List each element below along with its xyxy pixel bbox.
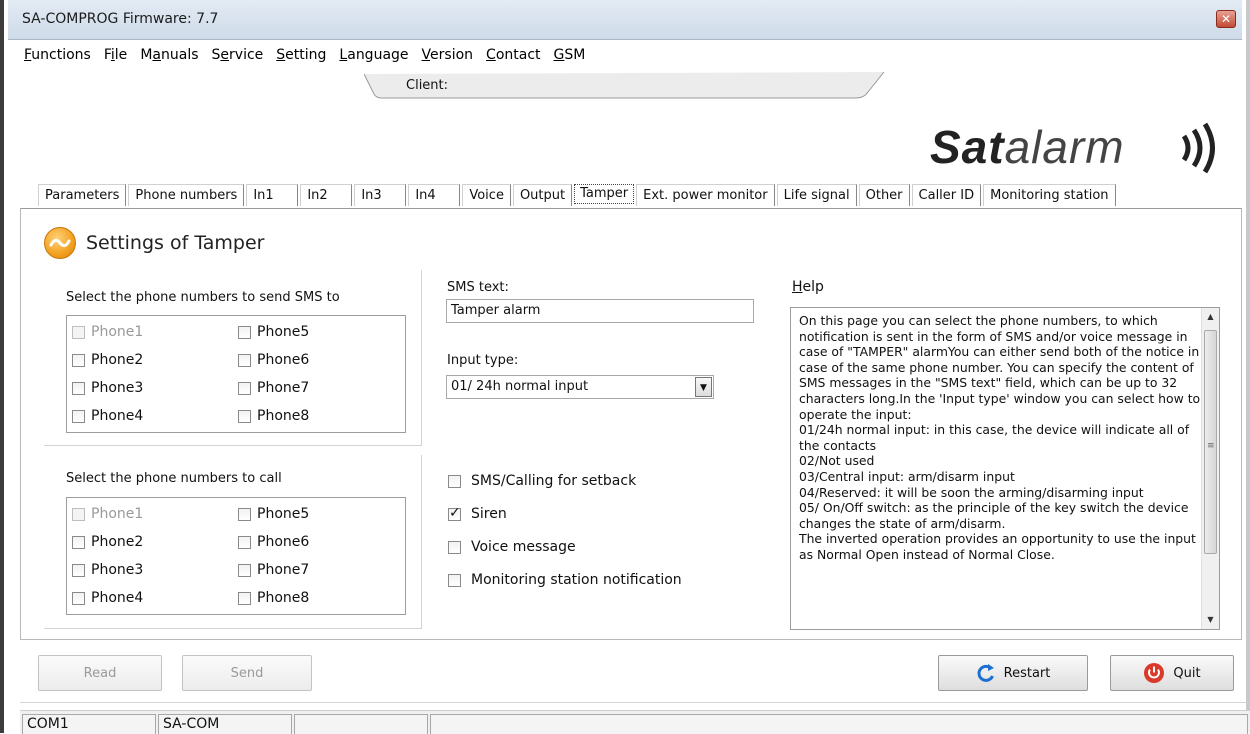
sms-phone3-checkbox[interactable]: Phone3	[72, 380, 143, 396]
call-phone6-checkbox[interactable]: Phone6	[238, 534, 309, 550]
status-bar: COM1 SA-COM	[20, 710, 1250, 734]
tab-parameters[interactable]: Parameters	[38, 184, 127, 206]
tab-ext-power-monitor[interactable]: Ext. power monitor	[636, 184, 775, 206]
menu-bar: Functions File Manuals Service Setting L…	[18, 45, 592, 69]
tab-in2[interactable]: In2	[300, 184, 353, 206]
menu-manuals[interactable]: Manuals	[134, 45, 204, 69]
scroll-up-icon[interactable]: ▲	[1202, 308, 1219, 326]
page-header: Settings of Tamper	[44, 225, 265, 261]
status-cell-3	[294, 714, 428, 734]
sms-text-input[interactable]: Tamper alarm	[446, 299, 754, 323]
status-cell-4	[430, 714, 1248, 734]
siren-checkbox[interactable]: Siren	[448, 505, 507, 522]
bottom-divider	[20, 702, 1246, 703]
call-phone7-checkbox[interactable]: Phone7	[238, 562, 309, 578]
tilde-wave-icon	[44, 227, 76, 259]
chevron-down-icon[interactable]: ▼	[695, 377, 712, 397]
tab-tamper[interactable]: Tamper	[574, 184, 635, 204]
restart-label: Restart	[1003, 665, 1051, 681]
scroll-down-icon[interactable]: ▼	[1202, 611, 1219, 629]
page-title: Settings of Tamper	[86, 232, 265, 254]
restart-button[interactable]: Restart	[938, 655, 1088, 691]
help-scrollbar[interactable]: ▲ ≡ ▼	[1201, 308, 1219, 629]
input-type-value: 01/ 24h normal input	[451, 379, 589, 394]
sms-text-label: SMS text:	[447, 280, 509, 295]
sms-phone8-checkbox[interactable]: Phone8	[238, 408, 309, 424]
input-type-select[interactable]: 01/ 24h normal input ▼	[446, 375, 714, 399]
call-phone4-checkbox[interactable]: Phone4	[72, 590, 143, 606]
tab-caller-id[interactable]: Caller ID	[911, 184, 982, 206]
sms-phone4-checkbox[interactable]: Phone4	[72, 408, 143, 424]
satalarm-logo: Satalarm	[930, 118, 1230, 178]
window-title: SA-COMPROG Firmware: 7.7	[22, 11, 219, 27]
restart-icon	[976, 663, 996, 683]
call-phone3-checkbox[interactable]: Phone3	[72, 562, 143, 578]
sms-phone2-checkbox[interactable]: Phone2	[72, 352, 143, 368]
menu-language[interactable]: Language	[333, 45, 414, 69]
close-icon[interactable]: ✕	[1216, 10, 1236, 28]
sms-group-label: Select the phone numbers to send SMS to	[66, 290, 340, 305]
setback-checkbox[interactable]: SMS/Calling for setback	[448, 473, 636, 489]
menu-gsm[interactable]: GSM	[548, 45, 592, 69]
voice-message-checkbox[interactable]: Voice message	[448, 539, 576, 555]
menu-contact[interactable]: Contact	[480, 45, 546, 69]
sms-phone5-checkbox[interactable]: Phone5	[238, 324, 309, 340]
menu-version[interactable]: Version	[416, 45, 480, 69]
help-text-area[interactable]: On this page you can select the phone nu…	[790, 307, 1220, 630]
tab-in1[interactable]: In1	[246, 184, 299, 206]
send-button[interactable]: Send	[182, 655, 312, 691]
tab-in3[interactable]: In3	[354, 184, 407, 206]
call-phone1-checkbox[interactable]: Phone1	[72, 506, 143, 522]
status-port: COM1	[22, 714, 156, 734]
quit-button[interactable]: Quit	[1110, 655, 1234, 691]
help-label: Help	[792, 279, 824, 295]
signal-waves-icon	[1181, 122, 1215, 174]
tab-life-signal[interactable]: Life signal	[776, 184, 857, 206]
monitoring-notification-checkbox[interactable]: Monitoring station notification	[448, 572, 682, 588]
call-phone2-checkbox[interactable]: Phone2	[72, 534, 143, 550]
tab-bar: Parameters Phone numbers In1 In2 In3 In4…	[38, 184, 1118, 208]
call-group-label: Select the phone numbers to call	[66, 471, 282, 486]
menu-file[interactable]: File	[98, 45, 133, 69]
title-bar: SA-COMPROG Firmware: 7.7 ✕	[8, 0, 1242, 40]
call-phone5-checkbox[interactable]: Phone5	[238, 506, 309, 522]
call-phone8-checkbox[interactable]: Phone8	[238, 590, 309, 606]
power-icon	[1143, 662, 1165, 684]
tab-voice[interactable]: Voice	[462, 184, 511, 206]
help-text: On this page you can select the phone nu…	[799, 313, 1201, 562]
tab-output[interactable]: Output	[512, 184, 573, 206]
tab-other[interactable]: Other	[858, 184, 910, 206]
status-device: SA-COM	[158, 714, 292, 734]
tab-monitoring-station[interactable]: Monitoring station	[983, 184, 1116, 206]
app-window: SA-COMPROG Firmware: 7.7 ✕ Functions Fil…	[0, 0, 1250, 734]
sms-phone6-checkbox[interactable]: Phone6	[238, 352, 309, 368]
menu-functions[interactable]: Functions	[18, 45, 97, 69]
tab-in4[interactable]: In4	[408, 184, 461, 206]
sms-phone7-checkbox[interactable]: Phone7	[238, 380, 309, 396]
scroll-thumb[interactable]: ≡	[1204, 330, 1217, 554]
tab-phone-numbers[interactable]: Phone numbers	[128, 184, 245, 206]
quit-label: Quit	[1173, 665, 1201, 681]
sms-phone1-checkbox[interactable]: Phone1	[72, 324, 143, 340]
read-button[interactable]: Read	[38, 655, 162, 691]
input-type-label: Input type:	[447, 353, 519, 368]
menu-service[interactable]: Service	[206, 45, 270, 69]
client-label: Client:	[406, 78, 449, 93]
menu-setting[interactable]: Setting	[270, 45, 332, 69]
